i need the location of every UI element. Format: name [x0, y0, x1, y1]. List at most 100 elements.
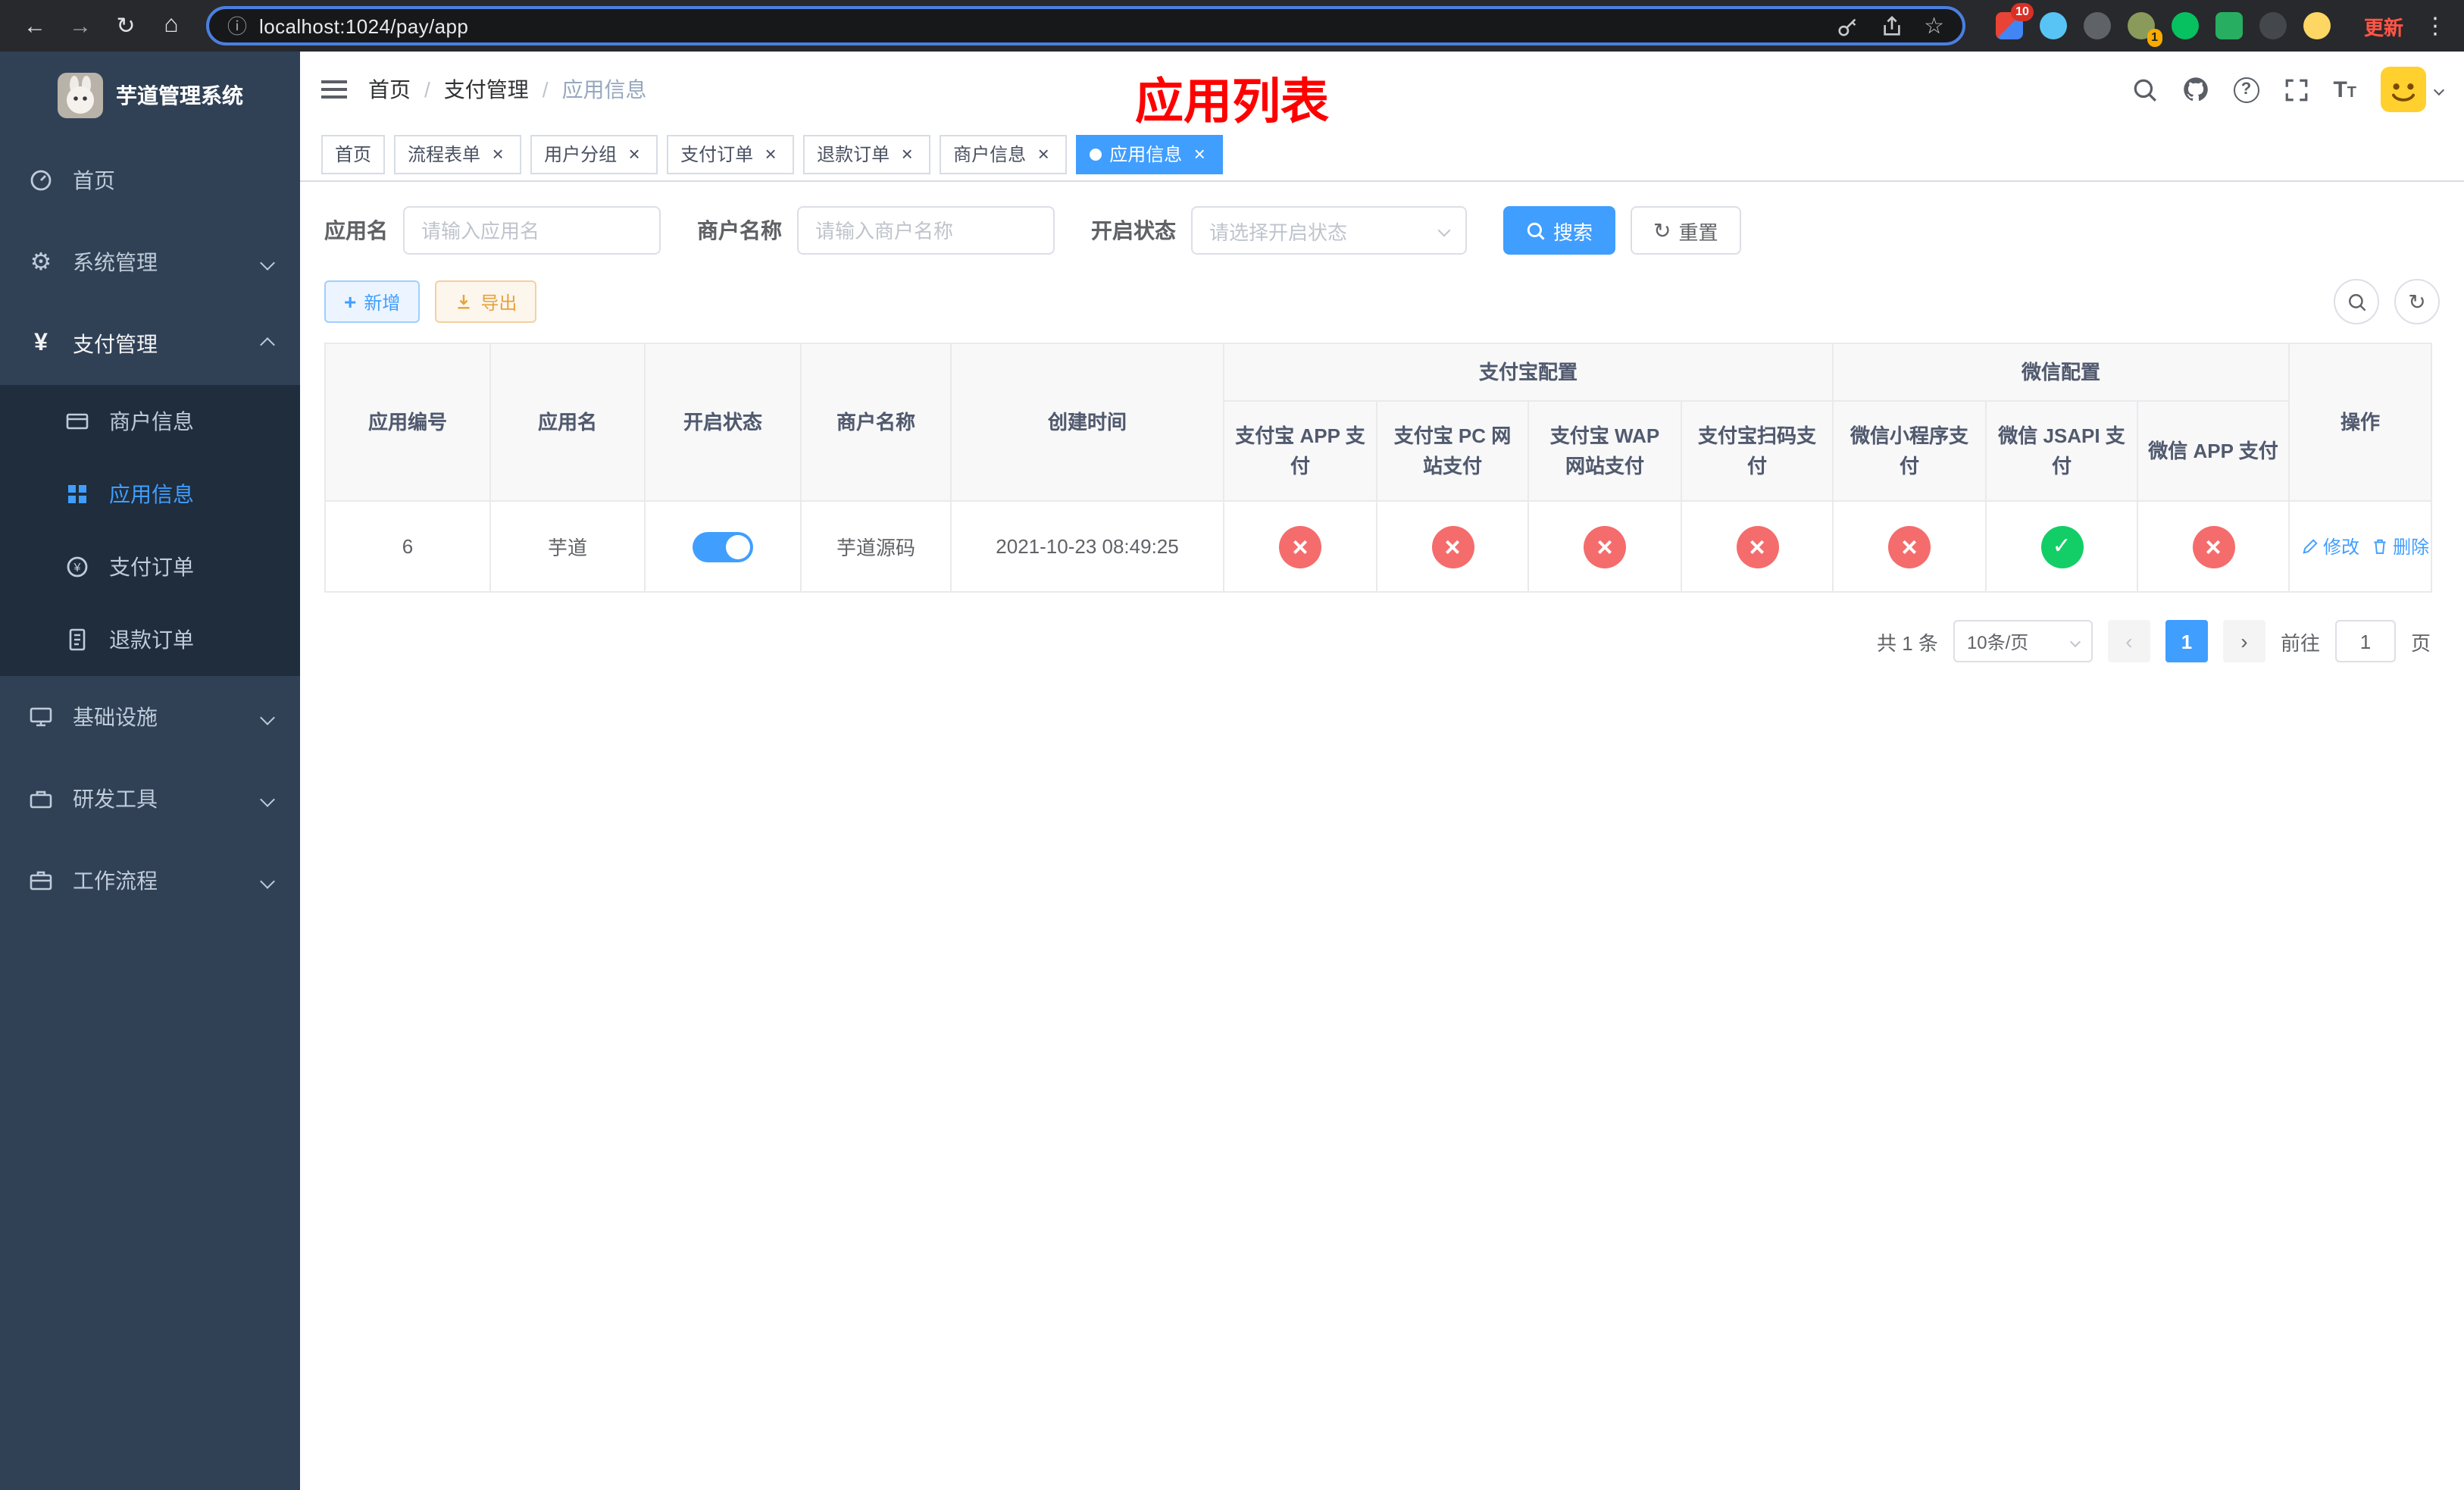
extension-emoji-icon[interactable] [2303, 12, 2331, 39]
forward-icon[interactable] [61, 6, 100, 45]
reset-button[interactable]: 重置 [1631, 206, 1741, 255]
close-icon[interactable] [761, 144, 780, 164]
sidebar-item-devtools[interactable]: 研发工具 [0, 758, 300, 840]
app-logo[interactable]: 芋道管理系统 [0, 52, 300, 139]
close-icon[interactable] [488, 144, 508, 164]
page-size-select[interactable]: 10条/页 [1953, 620, 2093, 662]
share-icon[interactable] [1880, 14, 1903, 37]
fullscreen-icon[interactable] [2283, 77, 2309, 102]
password-key-icon[interactable] [1836, 14, 1859, 37]
app-name-label: 应用名 [324, 218, 388, 243]
wechat-jsapi-status-icon [2040, 525, 2084, 568]
sidebar-item-label: 首页 [73, 168, 115, 193]
extension-doc-icon[interactable] [2215, 12, 2243, 39]
reload-icon[interactable] [106, 6, 145, 45]
app-table: 应用编号 应用名 开启状态 商户名称 创建时间 支付宝配置 微信配置 操作 支付… [324, 343, 2433, 593]
extension-avatar-icon[interactable]: 1 [2127, 12, 2162, 47]
sidebar-item-pay-order[interactable]: ¥ 支付订单 [0, 531, 300, 603]
col-header-merchant: 商户名称 [800, 343, 952, 502]
sidebar-item-label: 系统管理 [73, 250, 158, 274]
breadcrumb-payment[interactable]: 支付管理 [444, 74, 529, 105]
sidebar-item-refund-order[interactable]: 退款订单 [0, 603, 300, 676]
github-icon[interactable] [2181, 76, 2209, 103]
col-header-alipay-qr: 支付宝扫码支付 [1680, 400, 1834, 502]
breadcrumb-current: 应用信息 [561, 77, 647, 102]
close-icon[interactable] [897, 144, 917, 164]
site-info-icon[interactable] [227, 11, 247, 41]
address-bar[interactable]: localhost:1024/pay/app [206, 6, 1965, 45]
tab-refund-order[interactable]: 退款订单 [803, 134, 931, 174]
home-icon[interactable] [152, 6, 191, 45]
refresh-table-button[interactable] [2394, 279, 2440, 324]
tab-home[interactable]: 首页 [321, 134, 386, 174]
sidebar-item-app-info[interactable]: 应用信息 [0, 458, 300, 531]
delete-button[interactable]: 删除 [2372, 534, 2429, 559]
extension-pinwheel-icon[interactable] [2259, 12, 2287, 39]
alipay-pc-status-icon [1431, 525, 1474, 568]
cell-created: 2021-10-23 08:49:25 [950, 500, 1224, 593]
help-icon[interactable] [2233, 77, 2259, 102]
toggle-search-button[interactable] [2334, 279, 2379, 324]
status-label: 开启状态 [1091, 218, 1176, 243]
sidebar-item-infrastructure[interactable]: 基础设施 [0, 676, 300, 758]
export-button[interactable]: 导出 [435, 280, 537, 323]
page-number-button[interactable]: 1 [2165, 620, 2208, 662]
status-toggle[interactable] [693, 531, 753, 562]
edit-button[interactable]: 修改 [2302, 534, 2359, 559]
tab-user-group[interactable]: 用户分组 [530, 134, 658, 174]
sidebar-item-system[interactable]: 系统管理 [0, 221, 300, 303]
app-name-input[interactable] [403, 206, 661, 255]
sidebar-item-workflow[interactable]: 工作流程 [0, 840, 300, 922]
goto-label: 前往 [2280, 631, 2320, 654]
tab-process-form[interactable]: 流程表单 [394, 134, 522, 174]
close-icon[interactable] [1033, 144, 1053, 164]
chevron-down-icon [2069, 635, 2081, 647]
col-group-alipay: 支付宝配置 [1222, 343, 1834, 402]
tabs-bar: 首页 流程表单 用户分组 支付订单 退款订单 商户信息 应用信息 [300, 127, 2464, 182]
tab-merchant-info[interactable]: 商户信息 [940, 134, 1068, 174]
next-page-button[interactable] [2222, 620, 2265, 662]
browser-menu-icon[interactable] [2422, 11, 2449, 40]
search-button[interactable]: 搜索 [1503, 206, 1616, 255]
status-select[interactable]: 请选择开启状态 [1191, 206, 1467, 255]
close-icon[interactable] [624, 144, 644, 164]
bookmark-star-icon[interactable] [1924, 11, 1944, 40]
sidebar: 芋道管理系统 首页 系统管理 支付管理 [0, 52, 300, 1490]
extension-grid-icon[interactable]: 10 [1995, 3, 2034, 39]
goto-page-input[interactable] [2334, 620, 2396, 662]
user-avatar [2381, 67, 2426, 112]
user-menu[interactable] [2381, 67, 2445, 112]
svg-text:¥: ¥ [73, 562, 81, 574]
tab-app-info[interactable]: 应用信息 [1076, 134, 1224, 174]
total-count: 共 1 条 [1877, 631, 1938, 654]
page-content: 应用名 商户名称 开启状态 请选择开启状态 [300, 182, 2464, 1490]
sidebar-item-label: 应用信息 [109, 482, 194, 506]
gear-icon [27, 247, 55, 277]
cell-status [644, 500, 802, 593]
collapse-menu-icon[interactable] [321, 76, 347, 103]
close-icon[interactable] [1190, 144, 1209, 164]
browser-toolbar: localhost:1024/pay/app 10 1 更新 [0, 0, 2464, 52]
col-header-app-name: 应用名 [489, 343, 646, 502]
merchant-name-label: 商户名称 [697, 218, 782, 243]
chevron-down-icon [260, 709, 275, 725]
back-icon[interactable] [15, 6, 55, 45]
sidebar-item-merchant-info[interactable]: 商户信息 [0, 385, 300, 458]
search-icon[interactable] [2131, 77, 2157, 102]
extension-wechat-icon[interactable] [2171, 12, 2199, 39]
breadcrumb-home[interactable]: 首页 [368, 74, 411, 105]
prev-page-button[interactable] [2107, 620, 2150, 662]
extension-blue-icon[interactable] [2039, 12, 2067, 39]
sidebar-item-payment[interactable]: 支付管理 [0, 303, 300, 385]
chevron-down-icon [260, 255, 275, 270]
add-button[interactable]: 新增 [324, 280, 421, 323]
extension-badge-yellow: 1 [2147, 29, 2162, 47]
chrome-update-button[interactable]: 更新 [2352, 5, 2416, 46]
extension-dark-icon[interactable] [2083, 12, 2111, 39]
merchant-name-input[interactable] [797, 206, 1055, 255]
extensions-area: 10 1 [1995, 3, 2331, 47]
alipay-wap-status-icon [1584, 525, 1626, 568]
sidebar-item-home[interactable]: 首页 [0, 139, 300, 221]
font-size-icon[interactable]: T [2333, 77, 2356, 102]
tab-pay-order[interactable]: 支付订单 [667, 134, 795, 174]
